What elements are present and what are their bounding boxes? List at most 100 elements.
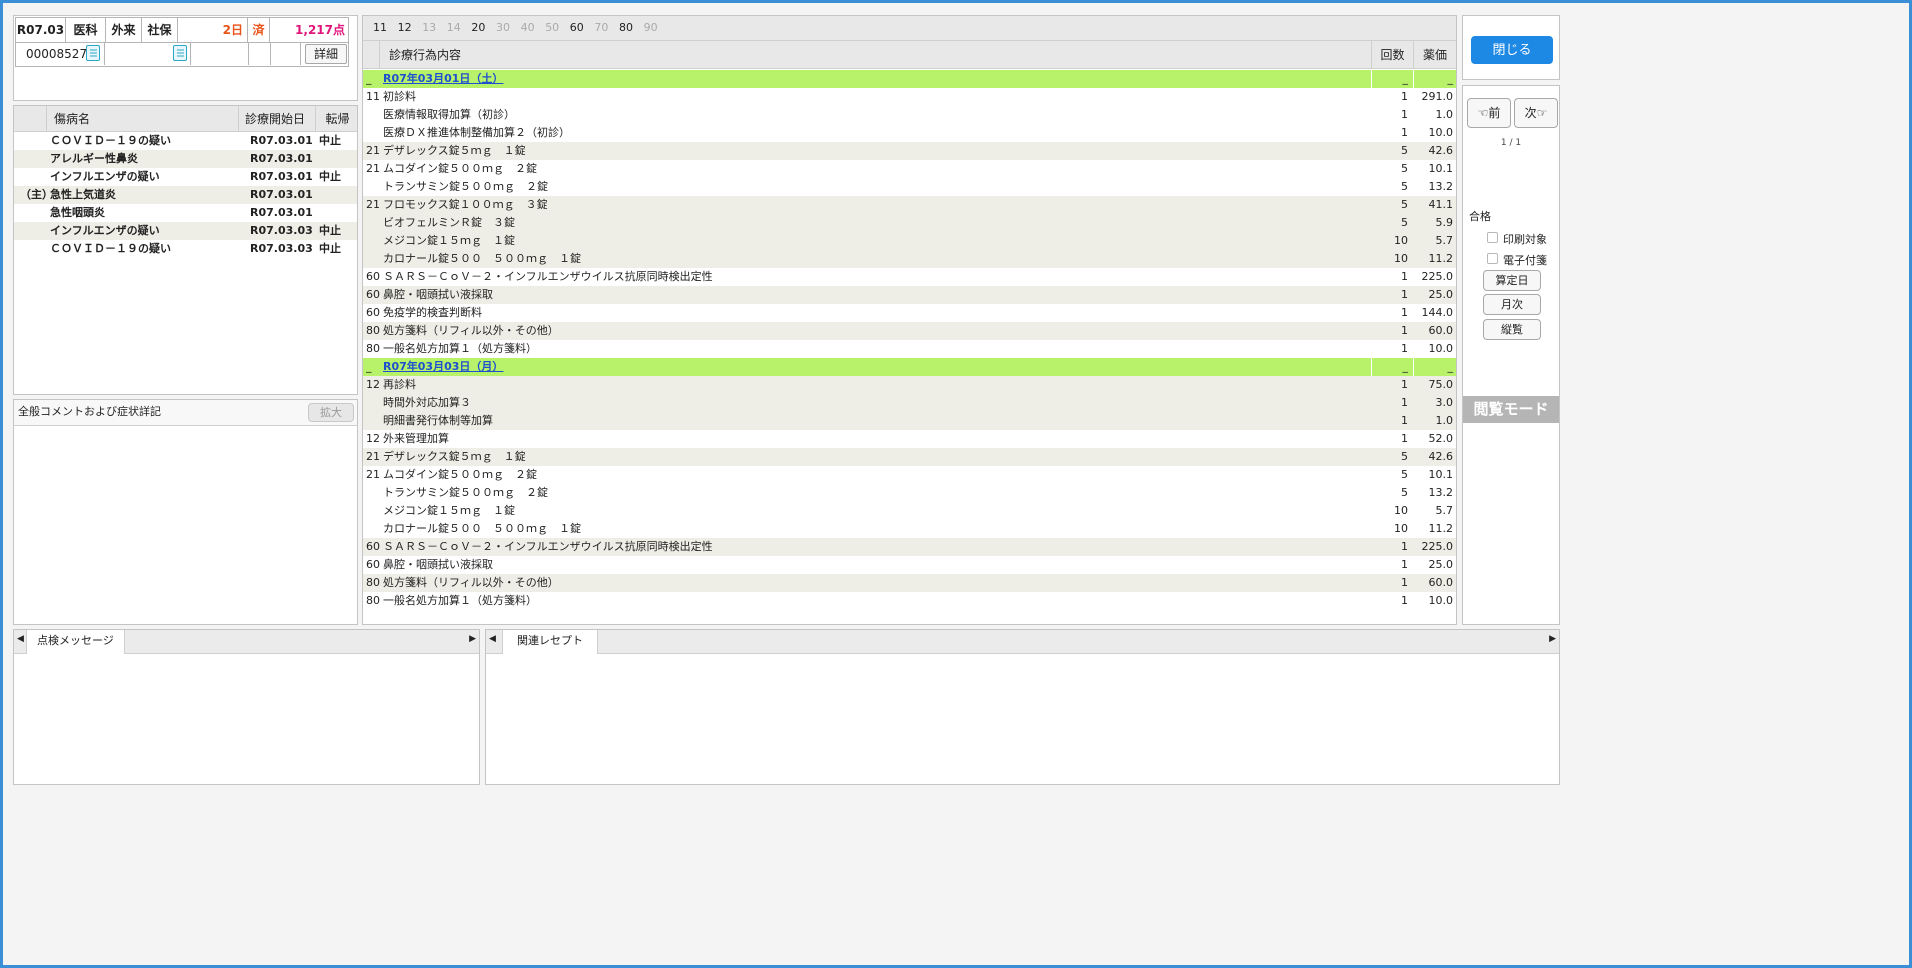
treatment-row[interactable]: 11 初診料 1 291.0 (363, 88, 1456, 106)
disease-row[interactable]: 急性咽頭炎 R07.03.01 (14, 204, 357, 222)
category-tab-13[interactable]: 13 (422, 16, 436, 41)
treatment-row[interactable]: 医療情報取得加算（初診） 1 1.0 (363, 106, 1456, 124)
price-header[interactable]: 薬価 (1413, 41, 1456, 69)
disease-row[interactable]: ＣＯＶＩＤ－１９の疑い R07.03.01 中止 (14, 132, 357, 150)
treatment-row[interactable]: 60 ＳＡＲＳ－ＣｏＶ－２・インフルエンザウイルス抗原同時検出定性 1 225.0 (363, 538, 1456, 556)
treatment-row[interactable]: 80 処方箋料（リフィル以外・その他） 1 60.0 (363, 322, 1456, 340)
treatment-row[interactable]: メジコン錠１５ｍｇ １錠 10 5.7 (363, 502, 1456, 520)
vertical-review-button[interactable]: 縦覧 (1483, 319, 1541, 340)
treatment-row[interactable]: 明細書発行体制等加算 1 1.0 (363, 412, 1456, 430)
category-tab-90[interactable]: 90 (644, 16, 658, 41)
treatment-row[interactable]: カロナール錠５００ ５００ｍｇ １錠 10 11.2 (363, 250, 1456, 268)
treatment-row[interactable]: 80 一般名処方加算１（処方箋料） 1 10.0 (363, 592, 1456, 610)
monthly-button[interactable]: 月次 (1483, 294, 1541, 315)
disease-row[interactable]: （主） 急性上気道炎 R07.03.01 (14, 186, 357, 204)
disease-row[interactable]: インフルエンザの疑い R07.03.01 中止 (14, 168, 357, 186)
outcome-header[interactable]: 転帰 (315, 106, 359, 132)
treatment-code (366, 394, 382, 412)
category-tab-70[interactable]: 70 (594, 16, 608, 41)
scroll-left-icon[interactable]: ◀ (17, 634, 24, 644)
treatment-row[interactable]: 60 鼻腔・咽頭拭い液採取 1 25.0 (363, 286, 1456, 304)
related-scroll-right-icon[interactable]: ▶ (1549, 634, 1556, 644)
disease-row[interactable]: インフルエンザの疑い R07.03.03 中止 (14, 222, 357, 240)
treatment-count: 1 (1401, 594, 1408, 607)
print-target-label[interactable]: 印刷対象 (1503, 231, 1547, 247)
treatment-row[interactable]: トランサミン錠５００ｍｇ ２錠 5 13.2 (363, 484, 1456, 502)
disease-name: アレルギー性鼻炎 (50, 152, 138, 165)
disease-outcome: 中止 (319, 170, 341, 183)
disease-start-date: R07.03.01 (250, 206, 313, 219)
prev-label: 前 (1488, 106, 1501, 120)
disease-start-date: R07.03.01 (250, 170, 313, 183)
check-message-tab[interactable]: 点検メッセージ (26, 630, 125, 654)
category-tab-60[interactable]: 60 (570, 16, 584, 41)
category-tab-12[interactable]: 12 (398, 16, 412, 41)
treatment-row[interactable]: 80 一般名処方加算１（処方箋料） 1 10.0 (363, 340, 1456, 358)
category-tab-80[interactable]: 80 (619, 16, 633, 41)
status-badge: 済 (248, 18, 270, 42)
treatment-price: 5.9 (1435, 216, 1454, 229)
treatment-row[interactable]: トランサミン錠５００ｍｇ ２錠 5 13.2 (363, 178, 1456, 196)
e-attach-label[interactable]: 電子付箋 (1503, 252, 1547, 268)
treatment-row[interactable]: 21 ムコダイン錠５００ｍｇ ２錠 5 10.1 (363, 466, 1456, 484)
disease-start-date: R07.03.01 (250, 152, 313, 165)
treatment-row[interactable]: 60 免疫学的検査判断料 1 144.0 (363, 304, 1456, 322)
treatment-row[interactable]: 21 ムコダイン錠５００ｍｇ ２錠 5 10.1 (363, 160, 1456, 178)
category-tab-14[interactable]: 14 (447, 16, 461, 41)
next-button[interactable]: 次☞ (1514, 98, 1558, 128)
patient-document-icon[interactable] (86, 45, 100, 61)
count-header[interactable]: 回数 (1371, 41, 1413, 69)
date-link[interactable]: R07年03月01日（土） (383, 70, 683, 88)
comment-header: 全般コメントおよび症状詳記 拡大 (14, 400, 357, 426)
disease-row[interactable]: アレルギー性鼻炎 R07.03.01 (14, 150, 357, 168)
treatment-code: 21 (366, 468, 380, 481)
print-target-checkbox[interactable] (1487, 232, 1498, 243)
treatment-row[interactable]: 時間外対応加算３ 1 3.0 (363, 394, 1456, 412)
category-tab-30[interactable]: 30 (496, 16, 510, 41)
start-date-header[interactable]: 診療開始日 (238, 106, 314, 132)
disease-row[interactable]: ＣＯＶＩＤ－１９の疑い R07.03.03 中止 (14, 240, 357, 258)
treatment-row[interactable]: 12 外来管理加算 1 52.0 (363, 430, 1456, 448)
treatment-code: 21 (366, 450, 380, 463)
date-link[interactable]: R07年03月03日（月） (383, 358, 683, 376)
treatment-name: フロモックス錠１００ｍｇ ３錠 (383, 198, 548, 211)
related-scroll-left-icon[interactable]: ◀ (489, 634, 496, 644)
detail-button[interactable]: 詳細 (305, 44, 347, 64)
related-receipt-tab[interactable]: 関連レセプト (502, 630, 598, 654)
date-row-marker: _ (366, 72, 372, 85)
date-price-marker: _ (1413, 358, 1456, 376)
category-tab-11[interactable]: 11 (373, 16, 387, 41)
right-control-panel: ☜前 次☞ 1 / 1 合格 印刷対象 電子付箋 算定日 月次 縦覧 閲覧モード (1462, 85, 1560, 625)
e-attach-checkbox[interactable] (1487, 253, 1498, 264)
treatment-price: 25.0 (1428, 558, 1454, 571)
treatment-row[interactable]: 医療ＤＸ推進体制整備加算２（初診） 1 10.0 (363, 124, 1456, 142)
disease-outcome: 中止 (319, 242, 341, 255)
treatment-count: 1 (1401, 432, 1408, 445)
date-group-row[interactable]: _ R07年03月01日（土） _ _ (363, 70, 1456, 88)
prev-button[interactable]: ☜前 (1467, 98, 1511, 128)
disease-name-header[interactable]: 傷病名 (54, 106, 234, 132)
treatment-row[interactable]: ビオフェルミンＲ錠 ３錠 5 5.9 (363, 214, 1456, 232)
scroll-right-icon[interactable]: ▶ (469, 634, 476, 644)
date-group-row[interactable]: _ R07年03月03日（月） _ _ (363, 358, 1456, 376)
insurance-document-icon[interactable] (173, 45, 187, 61)
category-tab-50[interactable]: 50 (545, 16, 559, 41)
category-tab-20[interactable]: 20 (471, 16, 485, 41)
treatment-row[interactable]: 60 鼻腔・咽頭拭い液採取 1 25.0 (363, 556, 1456, 574)
category-tab-40[interactable]: 40 (521, 16, 535, 41)
treatment-row[interactable]: 21 デザレックス錠５ｍｇ １錠 5 42.6 (363, 448, 1456, 466)
patient-summary-row: R07.03 医科 外来 社保 2日 済 1,217点 (15, 17, 349, 43)
calc-day-button[interactable]: 算定日 (1483, 270, 1541, 291)
treatment-row[interactable]: 21 デザレックス錠５ｍｇ １錠 5 42.6 (363, 142, 1456, 160)
content-header[interactable]: 診療行為内容 (389, 41, 689, 69)
treatment-row[interactable]: カロナール錠５００ ５００ｍｇ １錠 10 11.2 (363, 520, 1456, 538)
treatment-row[interactable]: 12 再診料 1 75.0 (363, 376, 1456, 394)
treatment-row[interactable]: 60 ＳＡＲＳ－ＣｏＶ－２・インフルエンザウイルス抗原同時検出定性 1 225.0 (363, 268, 1456, 286)
treatment-count: 1 (1401, 378, 1408, 391)
treatment-row[interactable]: 80 処方箋料（リフィル以外・その他） 1 60.0 (363, 574, 1456, 592)
close-button[interactable]: 閉じる (1471, 36, 1553, 64)
treatment-row[interactable]: 21 フロモックス錠１００ｍｇ ３錠 5 41.1 (363, 196, 1456, 214)
treatment-count: 1 (1401, 396, 1408, 409)
treatment-row[interactable]: メジコン錠１５ｍｇ １錠 10 5.7 (363, 232, 1456, 250)
expand-button[interactable]: 拡大 (308, 403, 354, 422)
